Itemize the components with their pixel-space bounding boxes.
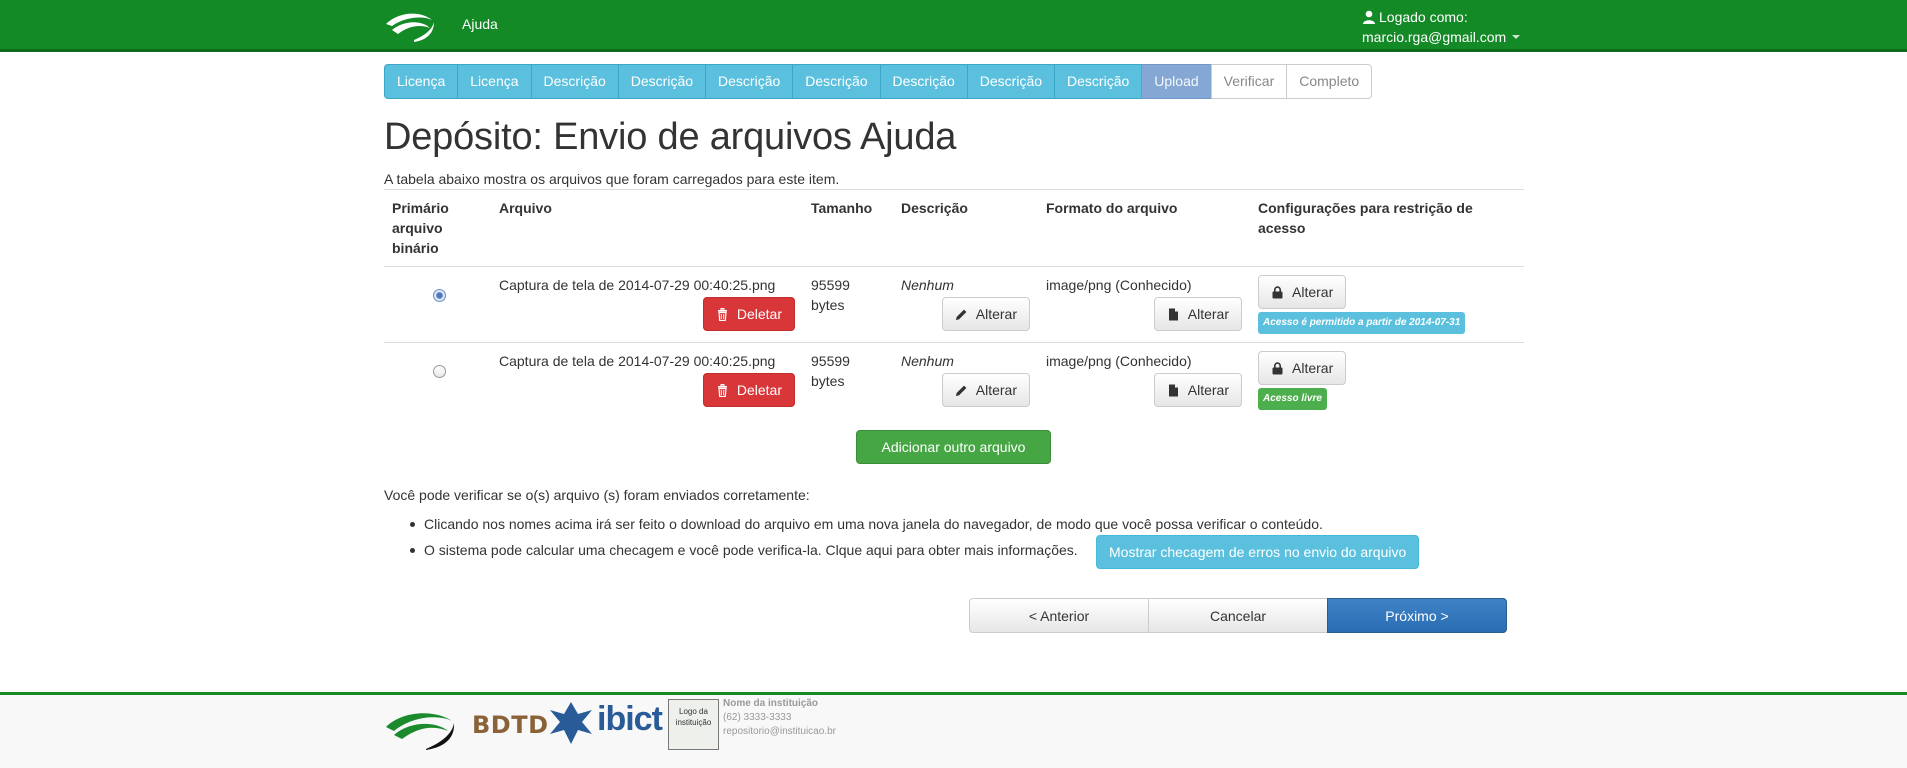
file-name-link[interactable]: Captura de tela de 2014-07-29 00:40:25.p… bbox=[499, 353, 775, 369]
access-cell: Alterar Acesso livre bbox=[1250, 342, 1524, 418]
trail-step-descri-o[interactable]: Descrição bbox=[1054, 64, 1143, 99]
primary-cell bbox=[384, 266, 491, 343]
size-cell: 95599 bytes bbox=[803, 342, 893, 418]
description-cell: Nenhum Alterar bbox=[893, 266, 1038, 343]
access-status-badge: Acesso é permitido a partir de 2014-07-3… bbox=[1258, 312, 1466, 334]
verify-text: Você pode verificar se o(s) arquivo (s) … bbox=[384, 487, 810, 503]
format-cell: image/png (Conhecido) Alterar bbox=[1038, 266, 1250, 343]
edit-format-button[interactable]: Alterar bbox=[1153, 297, 1242, 331]
intro-text: A tabela abaixo mostra os arquivos que f… bbox=[384, 171, 840, 187]
trail-step-licen-a[interactable]: Licença bbox=[384, 64, 459, 99]
user-icon bbox=[1363, 10, 1375, 24]
table-header-row: Primário arquivo binário Arquivo Tamanho… bbox=[384, 189, 1524, 267]
show-checksum-button[interactable]: Mostrar checagem de erros no envio do ar… bbox=[1096, 535, 1420, 569]
trail-step-descri-o[interactable]: Descrição bbox=[530, 64, 619, 99]
primary-radio[interactable] bbox=[433, 289, 446, 302]
edit-description-button[interactable]: Alterar bbox=[941, 297, 1030, 331]
user-email: marcio.rga@gmail.com bbox=[1362, 29, 1507, 45]
delete-file-button[interactable]: Deletar bbox=[702, 373, 795, 407]
bdtd-logo[interactable]: BDTD bbox=[472, 711, 549, 739]
institution-logo: Logo da instituição bbox=[668, 699, 719, 750]
delete-label: Deletar bbox=[736, 382, 782, 398]
access-status-badge: Acesso livre bbox=[1258, 388, 1327, 410]
format-edit-label: Alterar bbox=[1187, 382, 1229, 398]
trail-step-descri-o[interactable]: Descrição bbox=[705, 64, 794, 99]
edit-format-button[interactable]: Alterar bbox=[1153, 373, 1242, 407]
access-edit-label: Alterar bbox=[1292, 284, 1334, 300]
delete-label: Deletar bbox=[736, 306, 782, 322]
top-navbar: Ajuda Logado como: marcio.rga@gmail.com bbox=[0, 0, 1907, 52]
user-menu[interactable]: Logado como: marcio.rga@gmail.com bbox=[1362, 7, 1521, 47]
trail-step-licen-a[interactable]: Licença bbox=[457, 64, 532, 99]
brand-logo-icon[interactable] bbox=[384, 8, 436, 44]
trail-step-descri-o[interactable]: Descrição bbox=[966, 64, 1056, 99]
col-format: Formato do arquivo bbox=[1038, 189, 1250, 267]
logged-as-label: Logado como: bbox=[1379, 9, 1468, 25]
size-cell: 95599 bytes bbox=[803, 266, 893, 343]
table-row: Captura de tela de 2014-07-29 00:40:25.p… bbox=[384, 266, 1524, 343]
format-value: image/png (Conhecido) bbox=[1046, 353, 1192, 369]
access-edit-label: Alterar bbox=[1292, 360, 1334, 376]
chevron-down-icon bbox=[1512, 35, 1521, 39]
format-cell: image/png (Conhecido) Alterar bbox=[1038, 342, 1250, 418]
pencil-icon bbox=[955, 385, 967, 396]
previous-button[interactable]: < Anterior bbox=[969, 598, 1149, 633]
col-size: Tamanho bbox=[803, 189, 893, 267]
trail-step-descri-o[interactable]: Descrição bbox=[879, 64, 968, 99]
uploaded-files-table: Primário arquivo binário Arquivo Tamanho… bbox=[384, 189, 1524, 418]
institution-info: Nome da instituição (62) 3333-3333 repos… bbox=[723, 697, 836, 739]
footer: BDTD ibict Logo da instituição Nome da i… bbox=[0, 692, 1907, 768]
trail-step-completo[interactable]: Completo bbox=[1286, 64, 1373, 99]
file-icon bbox=[1168, 384, 1178, 396]
trail-step-upload[interactable]: Upload bbox=[1141, 64, 1212, 99]
trash-icon bbox=[717, 383, 727, 397]
trail-step-descri-o[interactable]: Descrição bbox=[792, 64, 881, 99]
next-button[interactable]: Próximo > bbox=[1327, 598, 1507, 633]
edit-access-button[interactable]: Alterar bbox=[1258, 351, 1347, 385]
description-value: Nenhum bbox=[901, 353, 954, 369]
progress-trail: Licença Licença Descrição Descrição Descriçã… bbox=[384, 64, 1373, 99]
trail-step-verificar[interactable]: Verificar bbox=[1210, 64, 1288, 99]
file-name-link[interactable]: Captura de tela de 2014-07-29 00:40:25.p… bbox=[499, 277, 775, 293]
trash-icon bbox=[717, 307, 727, 321]
col-description: Descrição bbox=[893, 189, 1038, 267]
add-file-button[interactable]: Adicionar outro arquivo bbox=[856, 430, 1051, 464]
edit-description-button[interactable]: Alterar bbox=[941, 373, 1030, 407]
institution-phone: (62) 3333-3333 bbox=[723, 712, 792, 723]
edit-label: Alterar bbox=[975, 382, 1017, 398]
wizard-actions: < Anterior Cancelar Próximo > bbox=[969, 598, 1507, 633]
ibict-mark-icon bbox=[550, 702, 592, 744]
edit-access-button[interactable]: Alterar bbox=[1258, 275, 1347, 309]
primary-radio[interactable] bbox=[433, 365, 446, 378]
lock-icon bbox=[1272, 285, 1283, 298]
primary-cell bbox=[384, 342, 491, 418]
table-row: Captura de tela de 2014-07-29 00:40:25.p… bbox=[384, 342, 1524, 418]
ibict-logo[interactable]: ibict bbox=[597, 700, 663, 739]
file-cell: Captura de tela de 2014-07-29 00:40:25.p… bbox=[491, 342, 803, 418]
description-value: Nenhum bbox=[901, 277, 954, 293]
lock-icon bbox=[1272, 361, 1283, 374]
file-cell: Captura de tela de 2014-07-29 00:40:25.p… bbox=[491, 266, 803, 343]
institution-name: Nome da instituição bbox=[723, 698, 819, 709]
institution-email: repositorio@instituicao.br bbox=[723, 726, 836, 737]
cancel-button[interactable]: Cancelar bbox=[1148, 598, 1328, 633]
format-edit-label: Alterar bbox=[1187, 306, 1229, 322]
page-title: Depósito: Envio de arquivos Ajuda bbox=[384, 116, 957, 158]
edit-label: Alterar bbox=[975, 306, 1017, 322]
file-icon bbox=[1168, 308, 1178, 320]
pencil-icon bbox=[955, 309, 967, 320]
delete-file-button[interactable]: Deletar bbox=[702, 297, 795, 331]
description-cell: Nenhum Alterar bbox=[893, 342, 1038, 418]
swoosh-logo-icon[interactable] bbox=[384, 705, 456, 751]
format-value: image/png (Conhecido) bbox=[1046, 277, 1192, 293]
help-link[interactable]: Ajuda bbox=[462, 16, 498, 32]
col-file: Arquivo bbox=[491, 189, 803, 267]
col-access: Configurações para restrição de acesso bbox=[1250, 189, 1524, 267]
col-primary: Primário arquivo binário bbox=[384, 189, 491, 267]
verify-item-download: Clicando nos nomes acima irá ser feito o… bbox=[404, 514, 1323, 534]
trail-step-descri-o[interactable]: Descrição bbox=[617, 64, 707, 99]
access-cell: Alterar Acesso é permitido a partir de 20… bbox=[1250, 266, 1524, 343]
